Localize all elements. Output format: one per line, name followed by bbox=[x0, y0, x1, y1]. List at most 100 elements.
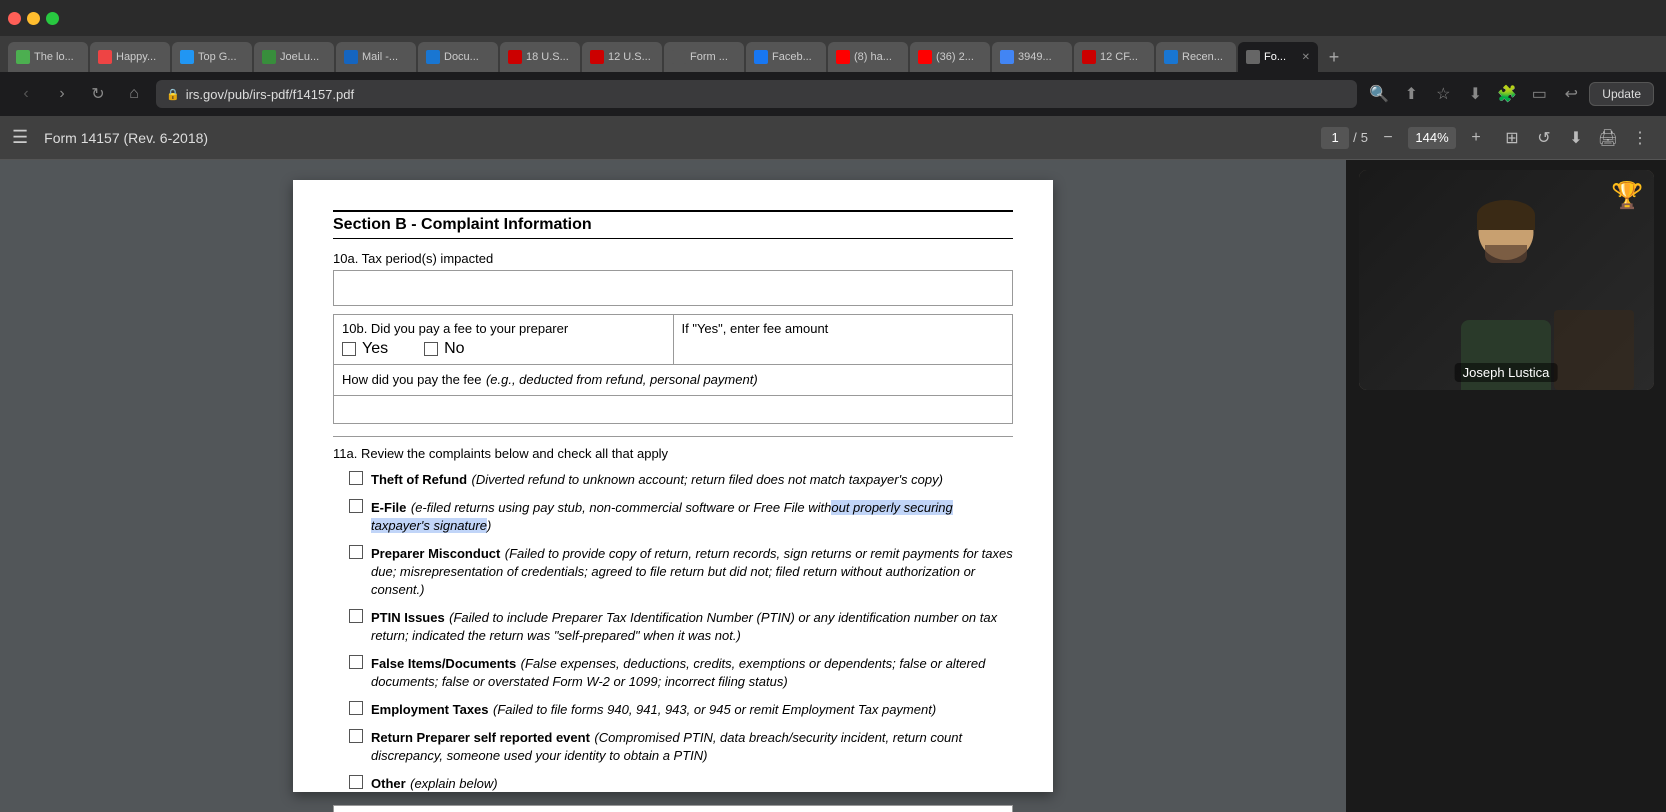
tab-label: 12 CF... bbox=[1100, 51, 1138, 63]
tab-favicon bbox=[98, 50, 112, 64]
tab-yt1[interactable]: (8) ha... bbox=[828, 42, 908, 72]
q10b-no-label: No bbox=[444, 340, 464, 358]
pdf-page-separator: / bbox=[1353, 130, 1357, 145]
forward-button[interactable]: › bbox=[48, 80, 76, 108]
q10b-how-note: (e.g., deducted from refund, personal pa… bbox=[486, 372, 758, 387]
pdf-page-info: / 5 bbox=[1321, 127, 1368, 149]
rotate-icon[interactable]: ↺ bbox=[1530, 124, 1558, 152]
download-pdf-button[interactable]: ⬇ bbox=[1562, 124, 1590, 152]
zoom-out-button[interactable]: − bbox=[1374, 124, 1402, 152]
q10b-no-row: No bbox=[424, 340, 464, 358]
tab-favicon bbox=[1082, 50, 1096, 64]
sidebar: 🏆 Joseph Lustica bbox=[1346, 160, 1666, 812]
tab-mail[interactable]: Mail -... bbox=[336, 42, 416, 72]
zoom-in-button[interactable]: + bbox=[1462, 124, 1490, 152]
close-button[interactable] bbox=[8, 12, 21, 25]
sidebar-toggle[interactable]: ▭ bbox=[1525, 80, 1553, 108]
tab-12cf[interactable]: 12 CF... bbox=[1074, 42, 1154, 72]
print-button[interactable]: 🖨 bbox=[1594, 124, 1622, 152]
pdf-page-total: 5 bbox=[1361, 130, 1368, 145]
checkbox-other[interactable] bbox=[349, 775, 363, 789]
tab-form[interactable]: Form ... bbox=[664, 42, 744, 72]
tab-close-icon[interactable]: ✕ bbox=[1302, 52, 1310, 63]
tab-docu[interactable]: Docu... bbox=[418, 42, 498, 72]
q10b-how-row: How did you pay the fee (e.g., deducted … bbox=[333, 365, 1013, 396]
q10b-how-field[interactable] bbox=[333, 396, 1013, 424]
tab-favicon bbox=[672, 50, 686, 64]
tab-happy[interactable]: Happy... bbox=[90, 42, 170, 72]
tab-topg[interactable]: Top G... bbox=[172, 42, 252, 72]
q10a-label: 10a. Tax period(s) impacted bbox=[333, 251, 1013, 266]
tab-18us[interactable]: 18 U.S... bbox=[500, 42, 580, 72]
tab-goog[interactable]: 3949... bbox=[992, 42, 1072, 72]
pdf-page-input[interactable] bbox=[1321, 127, 1349, 149]
tab-label: (8) ha... bbox=[854, 51, 892, 63]
sidebar-menu-icon[interactable]: ☰ bbox=[12, 127, 28, 148]
update-button[interactable]: Update bbox=[1589, 82, 1654, 106]
tab-favicon bbox=[16, 50, 30, 64]
checkbox-self-reported[interactable] bbox=[349, 729, 363, 743]
nav-bar: ‹ › ↻ ⌂ 🔒 irs.gov/pub/irs-pdf/f14157.pdf… bbox=[0, 72, 1666, 116]
reader-mode[interactable]: ↩ bbox=[1557, 80, 1585, 108]
tab-favicon bbox=[426, 50, 440, 64]
home-button[interactable]: ⌂ bbox=[120, 80, 148, 108]
tab-favicon bbox=[918, 50, 932, 64]
q10b-no-checkbox[interactable] bbox=[424, 342, 438, 356]
pdf-zoom-input[interactable] bbox=[1408, 127, 1456, 149]
new-tab-button[interactable]: + bbox=[1320, 42, 1348, 72]
more-options-button[interactable]: ⋮ bbox=[1626, 124, 1654, 152]
tab-face[interactable]: Faceb... bbox=[746, 42, 826, 72]
pdf-content[interactable]: Section B - Complaint Information 10a. T… bbox=[0, 160, 1346, 812]
bookmark-icon[interactable]: ☆ bbox=[1429, 80, 1457, 108]
complaint-text-theft: Theft of Refund (Diverted refund to unkn… bbox=[371, 471, 943, 489]
complaint-efile: E-File (e-filed returns using pay stub, … bbox=[333, 499, 1013, 535]
q10b-ifyes-label: If "Yes", enter fee amount bbox=[682, 321, 1005, 336]
reload-button[interactable]: ↻ bbox=[84, 80, 112, 108]
checkbox-false-items[interactable] bbox=[349, 655, 363, 669]
download-icon[interactable]: ⬇ bbox=[1461, 80, 1489, 108]
q10b-yes-checkbox[interactable] bbox=[342, 342, 356, 356]
complaint-text-self: Return Preparer self reported event (Com… bbox=[371, 729, 1013, 765]
tab-rece[interactable]: Recen... bbox=[1156, 42, 1236, 72]
complaint-text-efile: E-File (e-filed returns using pay stub, … bbox=[371, 499, 1013, 535]
tab-favicon bbox=[1164, 50, 1178, 64]
complaint-employment-taxes: Employment Taxes (Failed to file forms 9… bbox=[333, 701, 1013, 719]
checkbox-efile[interactable] bbox=[349, 499, 363, 513]
complaint-text-preparer: Preparer Misconduct (Failed to provide c… bbox=[371, 545, 1013, 599]
complaint-text-ptin: PTIN Issues (Failed to include Preparer … bbox=[371, 609, 1013, 645]
url-text: irs.gov/pub/irs-pdf/f14157.pdf bbox=[186, 87, 354, 102]
tab-label: Top G... bbox=[198, 51, 237, 63]
checkbox-preparer-misconduct[interactable] bbox=[349, 545, 363, 559]
search-icon[interactable]: 🔍 bbox=[1365, 80, 1393, 108]
tab-the[interactable]: The lo... bbox=[8, 42, 88, 72]
explain-box-1[interactable] bbox=[333, 805, 1013, 812]
pdf-tools-right: ⊞ ↺ ⬇ 🖨 ⋮ bbox=[1498, 124, 1654, 152]
tab-label: The lo... bbox=[34, 51, 74, 63]
minimize-button[interactable] bbox=[27, 12, 40, 25]
pdf-zoom bbox=[1408, 127, 1456, 149]
q10a-field[interactable] bbox=[333, 270, 1013, 306]
tab-favicon bbox=[1246, 50, 1260, 64]
pdf-toolbar: ☰ Form 14157 (Rev. 6-2018) / 5 − + ⊞ ↺ ⬇… bbox=[0, 116, 1666, 160]
tab-yt2[interactable]: (36) 2... bbox=[910, 42, 990, 72]
tab-favicon bbox=[262, 50, 276, 64]
back-button[interactable]: ‹ bbox=[12, 80, 40, 108]
checkbox-employment-taxes[interactable] bbox=[349, 701, 363, 715]
checkbox-theft-of-refund[interactable] bbox=[349, 471, 363, 485]
q10b-row: 10b. Did you pay a fee to your preparer … bbox=[333, 314, 1013, 365]
tab-12us[interactable]: 12 U.S... bbox=[582, 42, 662, 72]
tab-favicon bbox=[180, 50, 194, 64]
pdf-title: Form 14157 (Rev. 6-2018) bbox=[44, 130, 1313, 146]
tab-fox[interactable]: Fo... ✕ bbox=[1238, 42, 1318, 72]
maximize-button[interactable] bbox=[46, 12, 59, 25]
tab-label: Happy... bbox=[116, 51, 156, 63]
complaints-list: Theft of Refund (Diverted refund to unkn… bbox=[333, 471, 1013, 793]
tab-joel[interactable]: JoeLu... bbox=[254, 42, 334, 72]
checkbox-ptin-issues[interactable] bbox=[349, 609, 363, 623]
q10b-how-label: How did you pay the fee bbox=[342, 372, 481, 387]
extensions-icon[interactable]: 🧩 bbox=[1493, 80, 1521, 108]
complaint-text-other: Other (explain below) bbox=[371, 775, 498, 793]
spread-view-icon[interactable]: ⊞ bbox=[1498, 124, 1526, 152]
share-icon[interactable]: ⬆ bbox=[1397, 80, 1425, 108]
address-bar[interactable]: 🔒 irs.gov/pub/irs-pdf/f14157.pdf bbox=[156, 80, 1357, 108]
